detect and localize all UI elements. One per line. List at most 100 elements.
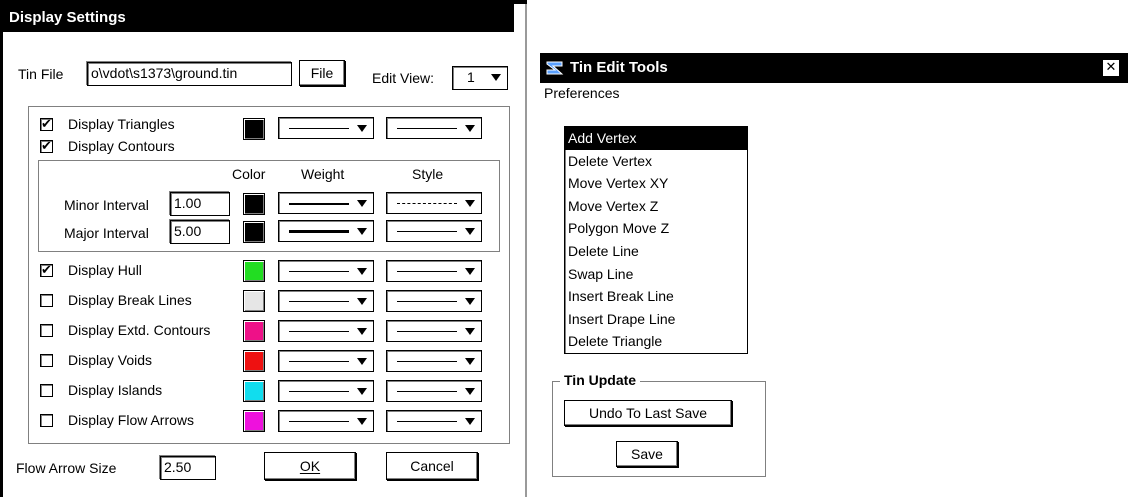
chevron-down-icon [465, 328, 475, 335]
display-contours-checkbox[interactable]: ✔ [40, 140, 53, 153]
file-button[interactable]: File [299, 60, 345, 86]
minor-color-swatch[interactable] [243, 193, 265, 215]
layer-weight-select[interactable] [278, 410, 374, 432]
tin-update-label: Tin Update [560, 372, 641, 388]
display-triangles-label: Display Triangles [68, 116, 175, 132]
minor-weight-select[interactable] [278, 192, 374, 214]
layer-style-select[interactable] [386, 260, 482, 282]
cancel-button[interactable]: Cancel [386, 452, 478, 480]
layer-checkbox[interactable] [40, 384, 53, 397]
save-button[interactable]: Save [616, 441, 678, 467]
list-item[interactable]: Delete Triangle [565, 330, 747, 353]
layer-weight-select[interactable] [278, 350, 374, 372]
layer-color-swatch[interactable] [243, 350, 265, 372]
layer-style-select[interactable] [386, 290, 482, 312]
chevron-down-icon [357, 388, 367, 395]
chevron-down-icon [357, 328, 367, 335]
layer-weight-select[interactable] [278, 290, 374, 312]
list-item[interactable]: Insert Drape Line [565, 308, 747, 331]
chevron-down-icon [465, 268, 475, 275]
minor-interval-input[interactable]: 1.00 [170, 192, 230, 216]
list-item[interactable]: Delete Line [565, 240, 747, 263]
chevron-down-icon [357, 228, 367, 235]
list-item[interactable]: Delete Vertex [565, 150, 747, 173]
layer-label: Display Break Lines [68, 292, 192, 308]
app-logo-icon [545, 58, 565, 78]
layer-weight-select[interactable] [278, 320, 374, 342]
edit-view-select[interactable]: 1 [452, 66, 508, 90]
window-title-bar: Tin Edit Tools ✕ [540, 53, 1128, 83]
chevron-down-icon [465, 125, 475, 132]
layer-color-swatch[interactable] [243, 260, 265, 282]
layer-color-swatch[interactable] [243, 410, 265, 432]
style-column-header: Style [412, 166, 444, 182]
chevron-down-icon [465, 228, 475, 235]
list-item[interactable]: Swap Line [565, 263, 747, 286]
list-item[interactable]: Add Vertex [565, 127, 747, 150]
weight-column-header: Weight [301, 166, 345, 182]
chevron-down-icon [357, 418, 367, 425]
edit-view-label: Edit View: [372, 70, 434, 86]
layer-color-swatch[interactable] [243, 290, 265, 312]
triangles-weight-select[interactable] [278, 117, 374, 139]
chevron-down-icon [465, 388, 475, 395]
flow-arrow-size-label: Flow Arrow Size [16, 460, 117, 476]
menu-bar: Preferences [540, 83, 1128, 103]
ok-button[interactable]: OK [264, 452, 356, 480]
layer-style-select[interactable] [386, 320, 482, 342]
edit-view-value: 1 [467, 69, 475, 85]
layer-weight-select[interactable] [278, 260, 374, 282]
major-color-swatch[interactable] [243, 221, 265, 243]
layer-color-swatch[interactable] [243, 380, 265, 402]
flow-arrow-size-input[interactable]: 2.50 [160, 456, 216, 480]
minor-interval-label: Minor Interval [64, 197, 149, 213]
layer-checkbox[interactable] [40, 294, 53, 307]
major-weight-select[interactable] [278, 220, 374, 242]
layer-color-swatch[interactable] [243, 320, 265, 342]
minor-style-select[interactable] [386, 192, 482, 214]
layer-checkbox[interactable] [40, 414, 53, 427]
chevron-down-icon [357, 125, 367, 132]
layer-weight-select[interactable] [278, 380, 374, 402]
triangles-style-select[interactable] [386, 117, 482, 139]
layer-checkbox[interactable] [40, 354, 53, 367]
menu-preferences[interactable]: Preferences [544, 85, 619, 101]
list-item[interactable]: Move Vertex XY [565, 172, 747, 195]
layer-label: Display Flow Arrows [68, 412, 195, 428]
chevron-down-icon [491, 74, 501, 81]
tool-list[interactable]: Add Vertex Delete Vertex Move Vertex XY … [564, 126, 748, 354]
close-icon[interactable]: ✕ [1102, 59, 1120, 77]
list-item[interactable]: Polygon Move Z [565, 217, 747, 240]
window-title: Tin Edit Tools [570, 59, 668, 76]
layer-checkbox[interactable]: ✔ [40, 264, 53, 277]
window-title: Display Settings [3, 4, 514, 32]
display-contours-label: Display Contours [68, 138, 175, 154]
major-interval-input[interactable]: 5.00 [170, 220, 230, 244]
major-interval-label: Major Interval [64, 225, 149, 241]
layer-style-select[interactable] [386, 380, 482, 402]
layer-style-select[interactable] [386, 410, 482, 432]
list-item[interactable]: Insert Break Line [565, 285, 747, 308]
layer-style-select[interactable] [386, 350, 482, 372]
display-triangles-checkbox[interactable]: ✔ [40, 118, 53, 131]
chevron-down-icon [357, 268, 367, 275]
chevron-down-icon [465, 358, 475, 365]
layer-label: Display Hull [68, 262, 142, 278]
chevron-down-icon [357, 298, 367, 305]
tin-edit-tools-window: Tin Edit Tools ✕ Preferences Add Vertex … [540, 53, 1132, 497]
chevron-down-icon [465, 200, 475, 207]
chevron-down-icon [357, 358, 367, 365]
layer-checkbox[interactable] [40, 324, 53, 337]
layer-label: Display Islands [68, 382, 163, 398]
triangles-color-swatch[interactable] [243, 118, 265, 140]
layer-label: Display Extd. Contours [68, 322, 211, 338]
major-style-select[interactable] [386, 220, 482, 242]
undo-to-last-save-button[interactable]: Undo To Last Save [564, 400, 732, 426]
tin-file-input[interactable]: o\vdot\s1373\ground.tin [87, 62, 292, 86]
list-item[interactable]: Move Vertex Z [565, 195, 747, 218]
display-settings-window: Display Settings Tin File o\vdot\s1373\g… [0, 0, 527, 497]
chevron-down-icon [465, 298, 475, 305]
layer-label: Display Voids [68, 352, 153, 368]
chevron-down-icon [465, 418, 475, 425]
color-column-header: Color [232, 166, 266, 182]
